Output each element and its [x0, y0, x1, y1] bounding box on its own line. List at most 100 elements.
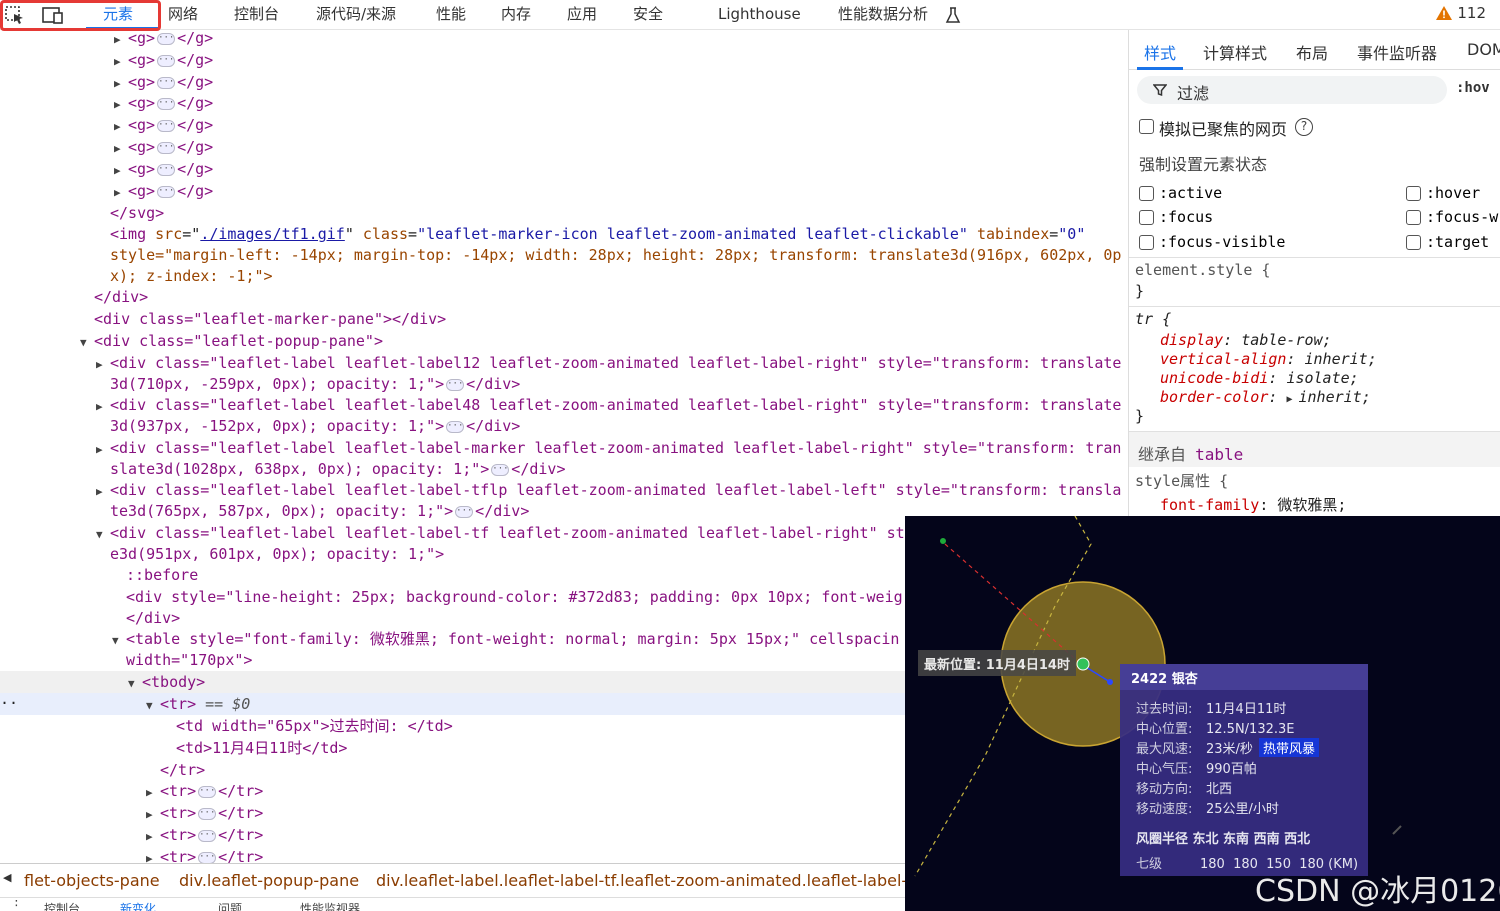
drawer-menu-icon[interactable]: ⋮ — [10, 898, 23, 909]
dom-node-tbody[interactable]: ▼ <tbody> — [128, 672, 205, 694]
divider — [1129, 306, 1500, 307]
state-label-target: :target — [1426, 233, 1490, 251]
state-checkbox-focus-visible[interactable] — [1139, 235, 1154, 250]
dom-node-label-tflp[interactable]: ▶ <div class="leaflet-label leaflet-label… — [96, 480, 1121, 502]
tab-layout[interactable]: 布局 — [1296, 40, 1328, 64]
dom-node-svg-close[interactable]: </svg> — [110, 203, 164, 224]
breadcrumb-item[interactable]: div.leaflet-popup-pane — [179, 871, 359, 890]
tab-sources[interactable]: 源代码/来源 — [316, 0, 396, 30]
inherited-label: 继承自 — [1138, 445, 1187, 464]
styles-filter-input[interactable]: 过滤 — [1137, 76, 1447, 104]
dom-node-tr-selected[interactable]: ▼ <tr> == $0 — [146, 694, 250, 716]
track-point — [940, 538, 946, 544]
state-checkbox-hover[interactable] — [1406, 186, 1421, 201]
drawer-tab-issues[interactable]: 问题 — [218, 900, 242, 911]
hov-toggle[interactable]: :hov — [1456, 80, 1490, 96]
tr-rule-selector[interactable]: tr { — [1135, 310, 1171, 328]
dom-node-g[interactable]: ▶ <g> ··· </g> — [114, 137, 213, 159]
dom-node-g[interactable]: ▶ <g> ··· </g> — [114, 181, 213, 203]
css-prop-unicode-bidi[interactable]: unicode-bidi: isolate; — [1160, 369, 1359, 387]
drawer-tab-whats-new[interactable]: 新变化 — [120, 900, 156, 911]
info-row: 移动方向: 北西 — [1136, 782, 1233, 797]
state-checkbox-active[interactable] — [1139, 186, 1154, 201]
style-attr-selector[interactable]: style属性 { — [1135, 470, 1228, 491]
tab-styles[interactable]: 样式 — [1144, 40, 1176, 64]
breadcrumb-item[interactable]: div.leaflet-label.leaflet-label-tf.leafl… — [376, 871, 906, 890]
tab-lighthouse[interactable]: Lighthouse — [718, 0, 801, 30]
dom-node-tr[interactable]: ▶ <tr> ··· </tr> — [146, 847, 263, 863]
dom-node-style-div[interactable]: <div style="line-height: 25px; backgroun… — [126, 587, 903, 608]
latest-position-label: 最新位置: 11月4日14时 — [918, 650, 1076, 676]
drawer-tab-console[interactable]: 控制台 — [44, 900, 80, 911]
tab-memory[interactable]: 内存 — [501, 0, 531, 30]
breadcrumb-item[interactable]: flet-objects-pane — [24, 871, 160, 890]
dom-node-tr[interactable]: ▶ <tr> ··· </tr> — [146, 781, 263, 803]
dom-node-div-close[interactable]: </div> — [94, 287, 148, 308]
track-point — [1107, 679, 1113, 685]
tab-dom-breakpoints[interactable]: DOM — [1467, 40, 1500, 59]
dom-node-g[interactable]: ▶ <g> ··· </g> — [114, 72, 213, 94]
css-prop-border-color[interactable]: border-color: ▶ inherit; — [1160, 388, 1371, 406]
dom-node-label12-cont: 3d(710px, -259px, 0px); opacity: 1;"> ···… — [110, 375, 521, 393]
dom-node-table[interactable]: ▼ <table style="font-family: 微软雅黑; font-w… — [112, 629, 899, 651]
dom-node-g[interactable]: ▶ <g> ··· </g> — [114, 30, 213, 50]
tab-event-listeners[interactable]: 事件监听器 — [1357, 40, 1437, 64]
warning-icon — [1436, 6, 1453, 20]
dom-node-g[interactable]: ▶ <g> ··· </g> — [114, 159, 213, 181]
css-prop-font-family[interactable]: font-family: 微软雅黑; — [1160, 494, 1346, 515]
inherited-header: 继承自 table — [1129, 431, 1500, 467]
typhoon-info-popup: 2422 银杏 过去时间: 11月4日11时 中心位置: 12.5N/132.3E … — [1120, 664, 1368, 876]
typhoon-map[interactable]: 最新位置: 11月4日14时 2422 银杏 过去时间: 11月4日11时 中心位… — [905, 516, 1500, 911]
dom-node-tr-close[interactable]: </tr> — [160, 760, 205, 781]
dom-node-label-marker-cont: slate3d(1028px, 638px, 0px); opacity: 1;… — [110, 460, 566, 478]
state-checkbox-target[interactable] — [1406, 235, 1421, 250]
inherited-tag-link[interactable]: table — [1195, 445, 1243, 464]
tab-console[interactable]: 控制台 — [234, 0, 279, 30]
state-label-hover: :hover — [1426, 184, 1481, 202]
emulate-focus-checkbox[interactable] — [1139, 119, 1154, 134]
dom-node-tr[interactable]: ▶ <tr> ··· </tr> — [146, 803, 263, 825]
styles-tab-underline — [1137, 67, 1183, 70]
dom-node-label-marker[interactable]: ▶ <div class="leaflet-label leaflet-label… — [96, 438, 1121, 460]
tab-security[interactable]: 安全 — [633, 0, 663, 30]
dom-node-label48[interactable]: ▶ <div class="leaflet-label leaflet-label… — [96, 395, 1121, 417]
css-prop-vertical-align[interactable]: vertical-align: inherit; — [1160, 350, 1377, 368]
state-checkbox-focus-within[interactable] — [1406, 210, 1421, 225]
map-mark — [1392, 825, 1402, 835]
help-icon[interactable]: ? — [1295, 118, 1313, 136]
dom-node-popup-pane[interactable]: ▼ <div class="leaflet-popup-pane"> — [80, 331, 383, 353]
dom-node-marker-pane[interactable]: <div class="leaflet-marker-pane"></div> — [94, 309, 446, 330]
dom-node-g[interactable]: ▶ <g> ··· </g> — [114, 50, 213, 72]
breadcrumb-scroll-left[interactable]: ◀ — [3, 871, 11, 884]
current-position-marker — [1076, 657, 1090, 671]
dom-node-img-style: style="margin-left: -14px; margin-top: -… — [110, 246, 1122, 264]
dom-node-label12[interactable]: ▶ <div class="leaflet-label leaflet-label… — [96, 353, 1121, 375]
tab-performance-insights[interactable]: 性能数据分析 — [838, 0, 928, 30]
dom-node-img[interactable]: <img src="./images/tf1.gif" class="leafl… — [110, 224, 1085, 245]
dom-node-label-tf[interactable]: ▼ <div class="leaflet-label leaflet-label… — [96, 523, 905, 545]
info-row: 中心位置: 12.5N/132.3E — [1136, 722, 1295, 737]
tab-computed[interactable]: 计算样式 — [1203, 40, 1267, 64]
dom-node-td1[interactable]: <td width="65px">过去时间: </td> — [176, 716, 453, 737]
dom-node-g[interactable]: ▶ <g> ··· </g> — [114, 93, 213, 115]
filter-placeholder: 过滤 — [1177, 84, 1210, 103]
info-row: 过去时间: 11月4日11时 — [1136, 702, 1287, 717]
tab-application[interactable]: 应用 — [567, 0, 597, 30]
dom-node-before[interactable]: ::before — [126, 565, 198, 586]
emulate-focus-label: 模拟已聚焦的网页 — [1159, 120, 1288, 139]
styles-pane: 样式 计算样式 布局 事件监听器 DOM 过滤 :hov 模拟已聚焦的网页 ? … — [1128, 30, 1500, 517]
element-style-selector[interactable]: element.style { — [1135, 261, 1270, 279]
css-prop-display[interactable]: display: table-row; — [1160, 331, 1332, 349]
dom-node-div-close[interactable]: </div> — [126, 608, 180, 629]
drawer-tab-performance-monitor[interactable]: 性能监视器 — [300, 900, 360, 911]
warning-counter[interactable]: 112 — [1435, 4, 1486, 22]
state-checkbox-focus[interactable] — [1139, 210, 1154, 225]
dom-node-g[interactable]: ▶ <g> ··· </g> — [114, 115, 213, 137]
state-label-focus: :focus — [1159, 208, 1214, 226]
tab-performance[interactable]: 性能 — [436, 0, 466, 30]
dom-node-td2[interactable]: <td>11月4日11时</td> — [176, 738, 347, 759]
state-label-focus-within: :focus-w — [1426, 208, 1499, 226]
dom-node-label-tflp-cont: te3d(765px, 587px, 0px); opacity: 1;"> ··… — [110, 502, 530, 520]
tab-network[interactable]: 网络 — [168, 0, 198, 30]
dom-node-tr[interactable]: ▶ <tr> ··· </tr> — [146, 825, 263, 847]
